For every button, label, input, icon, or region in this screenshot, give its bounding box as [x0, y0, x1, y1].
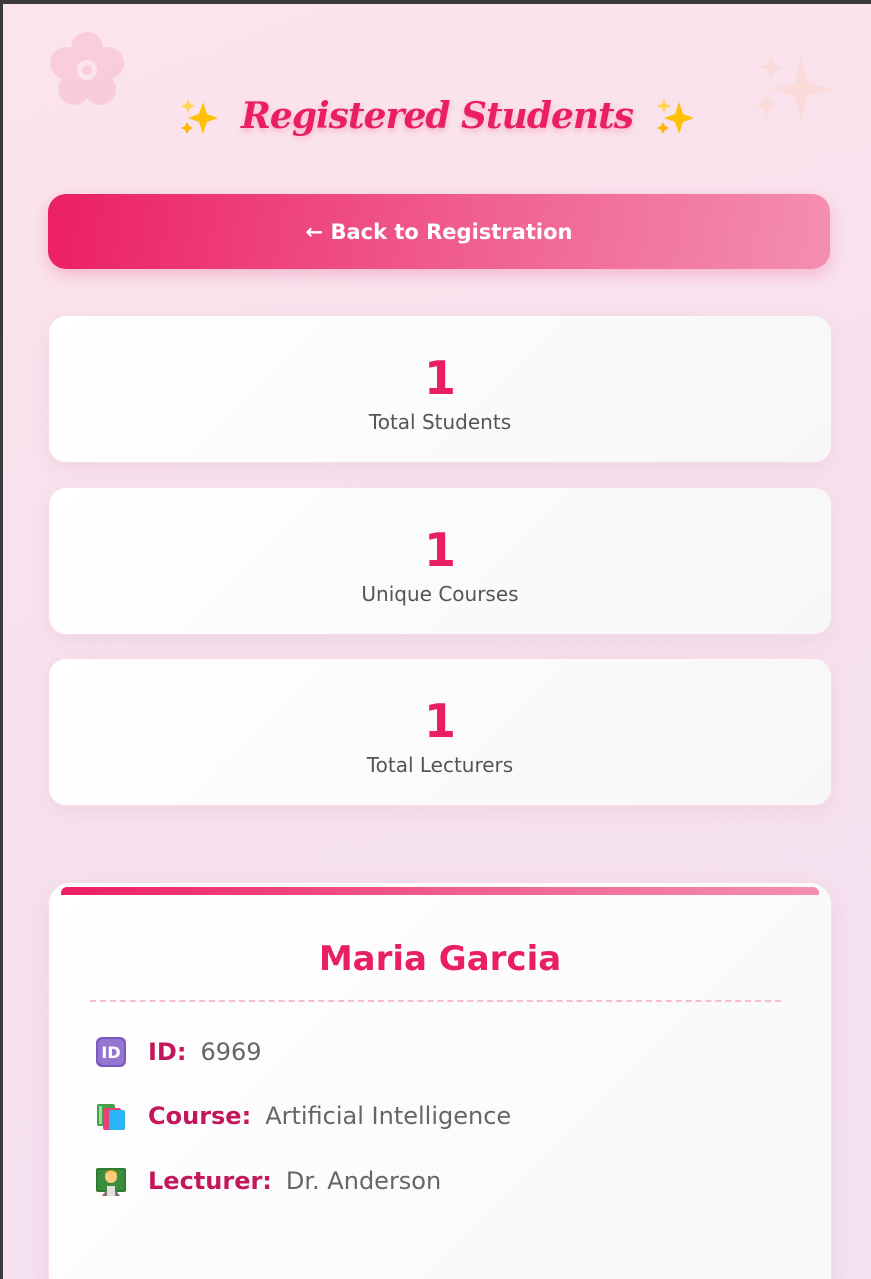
student-id-row: ID ID: 6969	[94, 1034, 262, 1070]
id-label: ID:	[148, 1038, 187, 1066]
student-card: Maria Garcia ID ID: 6969 Course: Artific…	[48, 882, 832, 1279]
back-to-registration-button[interactable]: ← Back to Registration	[48, 194, 830, 269]
books-icon	[97, 1104, 125, 1130]
svg-text:ID: ID	[101, 1043, 120, 1062]
course-label: Course:	[148, 1102, 252, 1130]
id-value: 6969	[200, 1038, 262, 1066]
page-header: Registered Students	[3, 88, 871, 144]
stat-card-total-lecturers: 1 Total Lecturers	[48, 658, 832, 806]
teacher-icon	[96, 1168, 126, 1196]
divider	[90, 1000, 781, 1002]
lecturer-label: Lecturer:	[148, 1167, 272, 1195]
sparkles-icon	[181, 99, 218, 134]
stat-value: 1	[423, 523, 456, 577]
student-name: Maria Garcia	[318, 939, 562, 979]
stat-label: Total Lecturers	[366, 753, 514, 777]
id-icon: ID	[96, 1037, 126, 1067]
stat-value: 1	[423, 351, 456, 405]
stat-card-total-students: 1 Total Students	[48, 315, 832, 463]
student-course-row: Course: Artificial Intelligence	[94, 1098, 511, 1134]
lecturer-value: Dr. Anderson	[285, 1167, 442, 1195]
stat-card-unique-courses: 1 Unique Courses	[48, 487, 832, 635]
sparkles-icon	[657, 99, 694, 134]
stat-value: 1	[423, 694, 456, 748]
course-value: Artificial Intelligence	[265, 1102, 512, 1130]
student-lecturer-row: Lecturer: Dr. Anderson	[94, 1163, 441, 1199]
stat-label: Total Students	[368, 410, 512, 434]
stat-label: Unique Courses	[361, 582, 519, 606]
page-title: Registered Students	[241, 95, 634, 137]
card-accent-bar	[61, 887, 819, 895]
